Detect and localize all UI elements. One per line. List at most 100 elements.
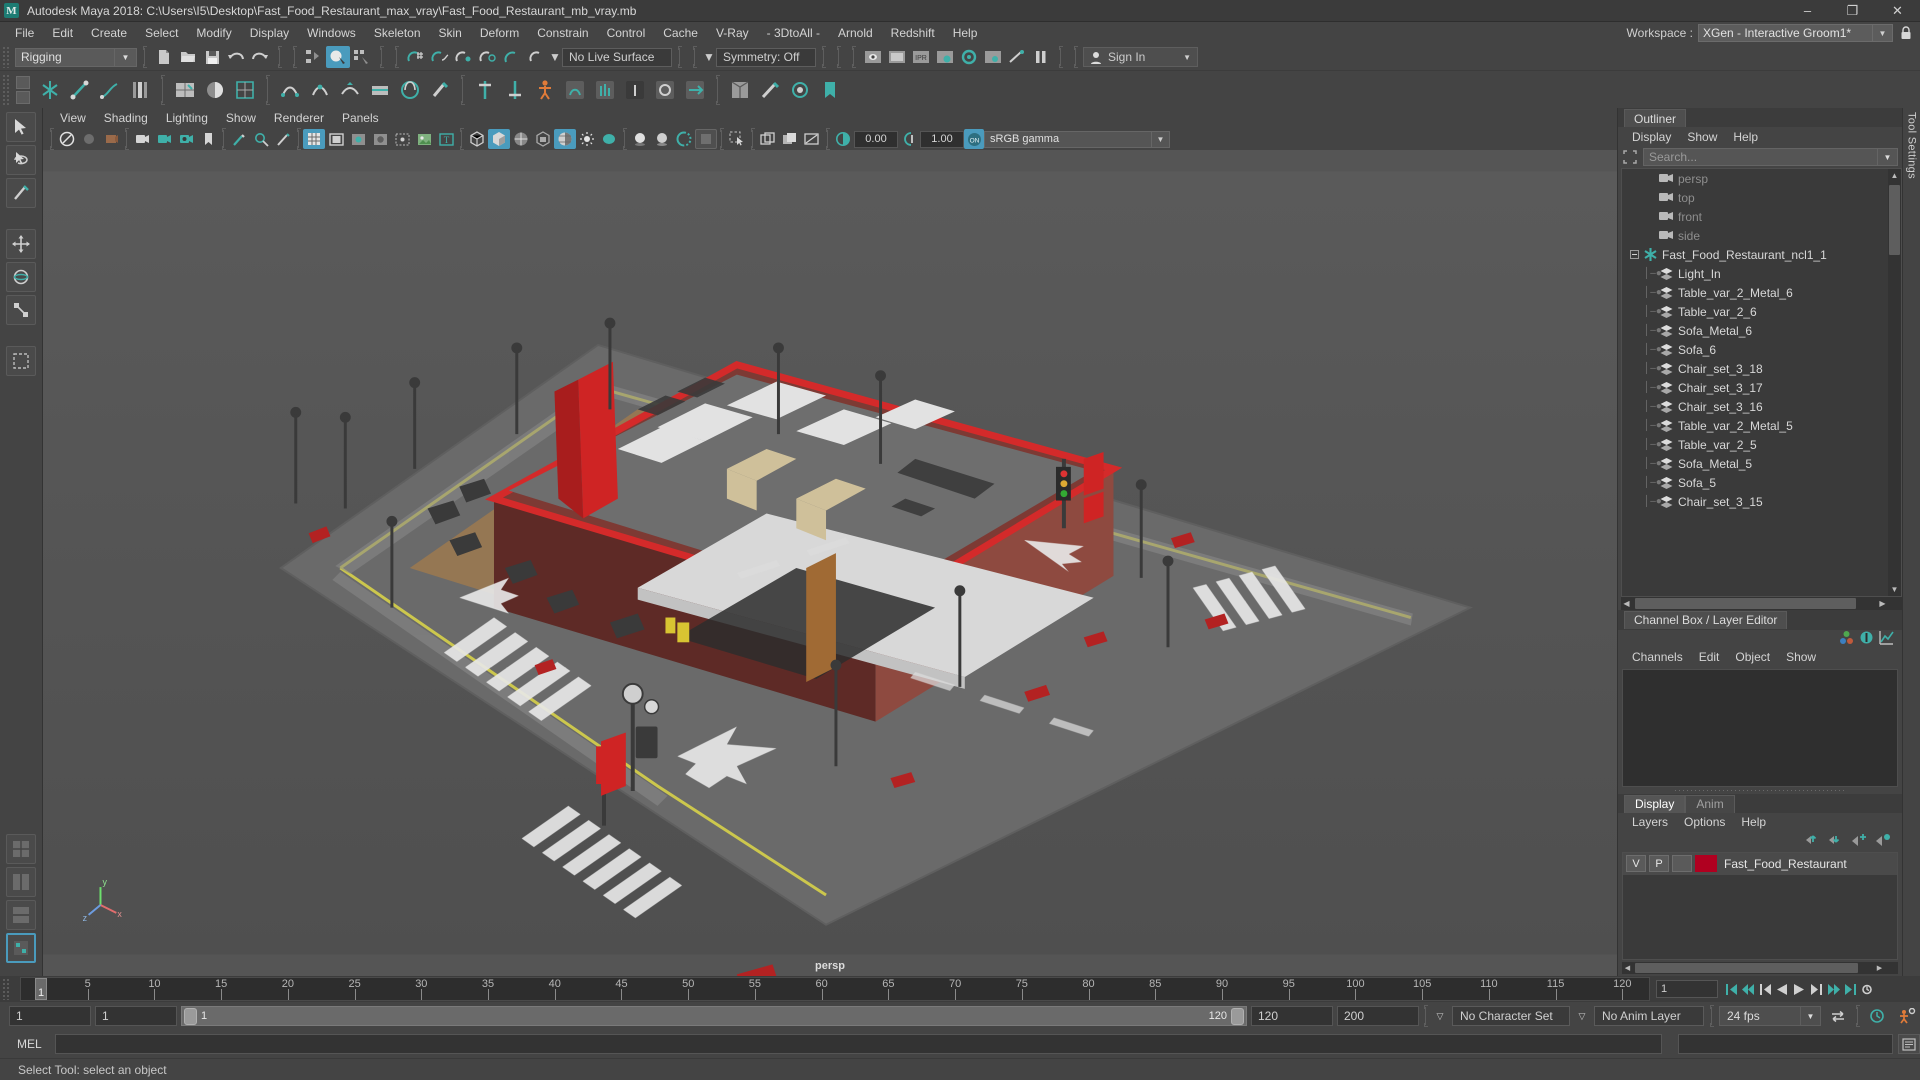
scroll-left-icon[interactable]: ◀ xyxy=(1621,597,1632,610)
undo-icon[interactable] xyxy=(224,46,248,68)
viewport-menu-lighting[interactable]: Lighting xyxy=(157,110,217,126)
outliner-item[interactable]: │–● Chair_set_3_15 xyxy=(1622,492,1901,511)
menu-set-chevron-down-icon[interactable]: ▼ xyxy=(115,47,137,67)
outliner-item[interactable]: │–● Chair_set_3_18 xyxy=(1622,359,1901,378)
close-button[interactable]: ✕ xyxy=(1875,0,1920,22)
outliner-item[interactable]: │–● Chair_set_3_17 xyxy=(1622,378,1901,397)
layout-two-pane-icon[interactable] xyxy=(6,867,36,897)
color-management-toggle-icon[interactable]: ON xyxy=(964,129,984,149)
channelbox-menu-show[interactable]: Show xyxy=(1778,649,1824,665)
outliner-item[interactable]: │–● Table_var_2_5 xyxy=(1622,435,1901,454)
auto-keyframe-icon[interactable] xyxy=(1864,1008,1890,1024)
layout-hypershade-icon[interactable] xyxy=(6,933,36,963)
snap-to-projected-center-icon[interactable] xyxy=(476,46,500,68)
bounding-box-icon[interactable] xyxy=(532,129,554,149)
outliner-vertical-scrollbar[interactable]: ▲ ▼ xyxy=(1888,169,1901,596)
create-empty-layer-icon[interactable] xyxy=(1851,832,1868,849)
outliner-item[interactable]: Fast_Food_Restaurant_ncl1_1 xyxy=(1622,245,1901,264)
hypershade-icon[interactable] xyxy=(957,46,981,68)
menu-skin[interactable]: Skin xyxy=(430,24,471,42)
toolbar-gripper[interactable] xyxy=(2,46,11,68)
layer-color-swatch[interactable] xyxy=(1695,855,1717,872)
tab-channel-box-layer-editor[interactable]: Channel Box / Layer Editor xyxy=(1624,610,1788,629)
maximize-button[interactable]: ❐ xyxy=(1830,0,1875,22)
outliner-item[interactable]: │–● Sofa_Metal_6 xyxy=(1622,321,1901,340)
outliner-item[interactable]: │–● Table_var_2_Metal_6 xyxy=(1622,283,1901,302)
step-forward-frame-icon[interactable] xyxy=(1808,980,1824,998)
menu-cache[interactable]: Cache xyxy=(654,24,707,42)
outliner-item[interactable]: persp xyxy=(1622,169,1901,188)
tab-outliner[interactable]: Outliner xyxy=(1624,109,1687,127)
timeline-gripper[interactable] xyxy=(2,978,11,1000)
outliner-item[interactable]: │–● Sofa_5 xyxy=(1622,473,1901,492)
command-line-input[interactable] xyxy=(54,1034,1662,1054)
anim-end-field[interactable]: 120 xyxy=(1251,1006,1333,1026)
menu-3dtoall[interactable]: - 3DtoAll - xyxy=(758,24,829,42)
deform-lattice-icon[interactable] xyxy=(275,75,305,105)
outliner-item[interactable]: front xyxy=(1622,207,1901,226)
snap-to-point-icon[interactable] xyxy=(452,46,476,68)
xgen-preview-icon[interactable] xyxy=(680,75,710,105)
tool-select-arrow-icon[interactable] xyxy=(6,112,36,142)
snap-to-grid-icon[interactable] xyxy=(404,46,428,68)
menu-edit[interactable]: Edit xyxy=(43,24,82,42)
lock-camera-icon[interactable] xyxy=(78,129,100,149)
paint-skin-weights-icon[interactable] xyxy=(200,75,230,105)
snap-to-view-plane-icon[interactable] xyxy=(500,46,524,68)
outliner-menu-show[interactable]: Show xyxy=(1679,129,1725,145)
viewport-3d-canvas[interactable]: y x z persp xyxy=(43,150,1617,976)
channelbox-attribute-area[interactable] xyxy=(1622,668,1898,787)
render-setup-icon[interactable] xyxy=(1005,46,1029,68)
menu-control[interactable]: Control xyxy=(598,24,655,42)
character-icon[interactable] xyxy=(530,75,560,105)
exposure-value[interactable]: 0.00 xyxy=(854,130,898,148)
grease-pencil-icon[interactable] xyxy=(785,75,815,105)
camera-attributes-icon[interactable] xyxy=(100,129,122,149)
gate-mask-icon[interactable] xyxy=(369,129,391,149)
modeling-toolkit-icon[interactable] xyxy=(725,75,755,105)
viewport-menu-view[interactable]: View xyxy=(51,110,95,126)
gamma-icon[interactable] xyxy=(898,129,920,149)
channelbox-menu-edit[interactable]: Edit xyxy=(1691,649,1728,665)
measure-tool-icon[interactable] xyxy=(272,129,294,149)
viewport-menu-show[interactable]: Show xyxy=(217,110,265,126)
script-editor-icon[interactable] xyxy=(1898,1034,1920,1054)
menu-set-value[interactable]: Rigging xyxy=(15,47,115,67)
outliner-item[interactable]: │–● Sofa_Metal_5 xyxy=(1622,454,1901,473)
outliner-menu-display[interactable]: Display xyxy=(1624,129,1679,145)
use-default-lighting-icon[interactable] xyxy=(576,129,598,149)
xray-joints-icon[interactable] xyxy=(779,129,801,149)
workspace-dropdown[interactable]: XGen - Interactive Groom1* ▼ xyxy=(1698,24,1893,42)
constrain-parent-icon[interactable] xyxy=(470,75,500,105)
layer-scroll-left-icon[interactable]: ◀ xyxy=(1622,962,1633,974)
range-start-2-field[interactable]: 1 xyxy=(95,1006,177,1026)
create-handle-icon[interactable] xyxy=(125,75,155,105)
animation-preferences-gear-icon[interactable] xyxy=(1894,1008,1920,1024)
menu-create[interactable]: Create xyxy=(82,24,136,42)
menu-vray[interactable]: V-Ray xyxy=(707,24,758,42)
deform-sculpt-icon[interactable] xyxy=(425,75,455,105)
animation-preferences-icon[interactable] xyxy=(1859,980,1875,998)
anti-aliasing-icon[interactable] xyxy=(673,129,695,149)
channel-box-toggle-icon[interactable] xyxy=(1839,630,1854,648)
menu-redshift[interactable]: Redshift xyxy=(882,24,944,42)
open-scene-icon[interactable] xyxy=(176,46,200,68)
tool-last-used-icon[interactable] xyxy=(6,346,36,376)
paint-effects-icon[interactable] xyxy=(755,75,785,105)
layout-single-pane-icon[interactable] xyxy=(6,834,36,864)
fps-value[interactable]: 24 fps xyxy=(1719,1006,1801,1026)
go-to-end-icon[interactable] xyxy=(1842,980,1858,998)
command-response-field[interactable] xyxy=(1678,1034,1893,1054)
panel-splitter-handle[interactable] xyxy=(1618,787,1902,794)
character-set-field[interactable]: No Character Set xyxy=(1452,1006,1570,1026)
sign-in-chevron-down-icon[interactable]: ▼ xyxy=(1183,53,1191,62)
color-management-chevron-down-icon[interactable]: ▼ xyxy=(1152,130,1170,148)
anim-layer-field[interactable]: No Anim Layer xyxy=(1594,1006,1704,1026)
tab-anim-layers[interactable]: Anim xyxy=(1685,794,1735,813)
xray-mode-icon[interactable] xyxy=(757,129,779,149)
outliner-item[interactable]: top xyxy=(1622,188,1901,207)
smooth-bind-icon[interactable] xyxy=(230,75,260,105)
pause-render-icon[interactable] xyxy=(1029,46,1053,68)
render-view-icon[interactable] xyxy=(861,46,885,68)
xgen-description-icon[interactable] xyxy=(590,75,620,105)
